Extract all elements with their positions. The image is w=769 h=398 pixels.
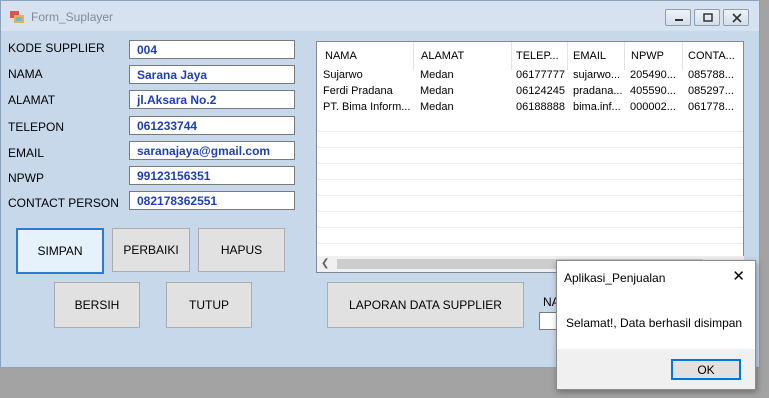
table-cell: PT. Bima Inform... <box>323 101 411 113</box>
kode-supplier-label: KODE SUPPLIER <box>8 41 105 55</box>
table-cell: 000002... <box>630 101 676 113</box>
table-cell: sujarwo... <box>573 69 621 81</box>
telepon-input[interactable]: 061233744 <box>129 116 295 135</box>
column-header[interactable]: NPWP <box>631 50 677 62</box>
grid-line <box>317 163 743 164</box>
table-row[interactable]: PT. Bima Inform... Medan 06188888 bima.i… <box>317 101 743 113</box>
table-cell: 06177777 <box>516 69 565 81</box>
alamat-label: ALAMAT <box>8 93 56 107</box>
contact-person-input[interactable]: 082178362551 <box>129 191 295 210</box>
maximize-button[interactable] <box>694 9 720 26</box>
contact-person-label: CONTACT PERSON <box>8 196 119 210</box>
nama-input[interactable]: Sarana Jaya <box>129 65 295 84</box>
table-cell: 06188888 <box>516 101 565 113</box>
table-row[interactable]: Ferdi Pradana Medan 06124245 pradana... … <box>317 85 743 97</box>
table-cell: Medan <box>420 69 454 81</box>
maximize-icon <box>703 13 713 22</box>
minimize-icon <box>675 19 683 21</box>
tutup-button[interactable]: TUTUP <box>166 282 252 328</box>
column-header[interactable]: NAMA <box>325 50 413 62</box>
scroll-left-icon[interactable]: ❮ <box>321 258 329 269</box>
message-dialog: Aplikasi_Penjualan ✕ Selamat!, Data berh… <box>556 260 756 390</box>
email-input[interactable]: saranajaya@gmail.com <box>129 141 295 160</box>
table-cell: 205490... <box>630 69 676 81</box>
table-row[interactable]: Sujarwo Medan 06177777 sujarwo... 205490… <box>317 69 743 81</box>
grid-line <box>317 179 743 180</box>
dialog-close-icon[interactable]: ✕ <box>732 269 745 284</box>
grid-line <box>317 243 743 244</box>
table-cell: 06124245 <box>516 85 565 97</box>
bersih-button[interactable]: BERSIH <box>54 282 140 328</box>
dialog-footer: OK <box>557 349 755 389</box>
hapus-button[interactable]: HAPUS <box>198 228 285 272</box>
dialog-title: Aplikasi_Penjualan <box>564 271 666 285</box>
column-header[interactable]: EMAIL <box>573 50 623 62</box>
grid-line <box>317 211 743 212</box>
grid-line <box>317 195 743 196</box>
column-divider <box>624 42 625 70</box>
kode-supplier-input[interactable]: 004 <box>129 40 295 59</box>
nama-label: NAMA <box>8 67 43 81</box>
perbaiki-button[interactable]: PERBAIKI <box>112 228 190 272</box>
table-cell: 085297... <box>688 85 734 97</box>
table-cell: 085788... <box>688 69 734 81</box>
column-divider <box>567 42 568 70</box>
laporan-data-supplier-button[interactable]: LAPORAN DATA SUPPLIER <box>327 282 524 328</box>
minimize-button[interactable] <box>665 9 691 26</box>
column-header[interactable]: CONTA... <box>688 50 743 62</box>
email-label: EMAIL <box>8 146 45 160</box>
supplier-data-grid[interactable]: NAMA ALAMAT TELEP... EMAIL NPWP CONTA...… <box>316 41 744 273</box>
telepon-label: TELEPON <box>8 120 65 134</box>
table-cell: pradana... <box>573 85 623 97</box>
dialog-message: Selamat!, Data berhasil disimpan <box>566 316 743 330</box>
table-cell: bima.inf... <box>573 101 621 113</box>
column-divider <box>413 42 414 70</box>
table-cell: 061778... <box>688 101 734 113</box>
grid-line <box>317 147 743 148</box>
npwp-input[interactable]: 99123156351 <box>129 166 295 185</box>
column-divider <box>682 42 683 70</box>
title-bar[interactable]: Form_Suplayer <box>1 1 759 31</box>
table-cell: Medan <box>420 85 454 97</box>
grid-header-row: NAMA ALAMAT TELEP... EMAIL NPWP CONTA... <box>317 50 743 62</box>
alamat-input[interactable]: jl.Aksara No.2 <box>129 90 295 109</box>
table-cell: Sujarwo <box>323 69 363 81</box>
grid-line <box>317 131 743 132</box>
window-title: Form_Suplayer <box>31 10 114 24</box>
table-cell: 405590... <box>630 85 676 97</box>
grid-line <box>317 227 743 228</box>
table-cell: Ferdi Pradana <box>323 85 393 97</box>
column-divider <box>511 42 512 70</box>
simpan-button[interactable]: SIMPAN <box>16 228 104 274</box>
column-header[interactable]: TELEP... <box>516 50 566 62</box>
npwp-label: NPWP <box>8 171 44 185</box>
ok-button[interactable]: OK <box>671 359 741 380</box>
close-icon <box>732 13 742 23</box>
form-icon <box>10 11 24 23</box>
table-cell: Medan <box>420 101 454 113</box>
column-header[interactable]: ALAMAT <box>421 50 501 62</box>
close-button[interactable] <box>723 9 749 26</box>
